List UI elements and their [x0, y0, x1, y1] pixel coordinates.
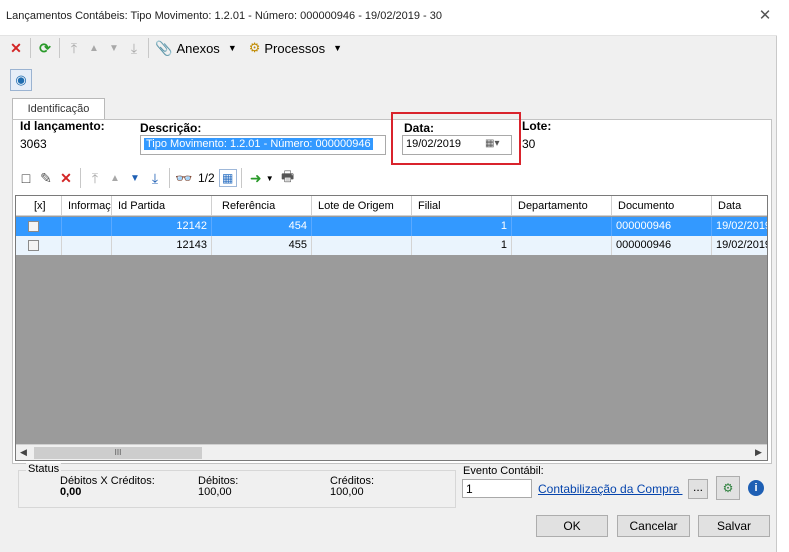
- row-checkbox[interactable]: [28, 240, 39, 251]
- new-record-icon[interactable]: □: [16, 168, 36, 188]
- evento-contabil-label: Evento Contábil:: [463, 465, 544, 477]
- background-window-edge: [778, 0, 789, 552]
- debitos-creditos-value: 0,00: [60, 486, 82, 498]
- cell-id-partida: 12142: [112, 217, 212, 236]
- debitos-value: 100,00: [198, 486, 232, 498]
- main-toolbar: ✕ ⟳ ⤒ ▲ ▼ ⤓ 📎 Anexos ▼ ⚙ Processos ▼: [6, 37, 342, 59]
- tab-identificacao[interactable]: Identificação: [12, 98, 105, 120]
- cell-lote-origem: [312, 217, 412, 236]
- cell-data: 19/02/2019: [716, 239, 768, 251]
- status-label: Status: [26, 463, 62, 475]
- print-icon[interactable]: 🖶: [278, 168, 298, 188]
- grid-first-icon[interactable]: ⤒: [85, 168, 105, 188]
- chevron-down-icon: ▼: [333, 43, 343, 53]
- next-record-icon[interactable]: ▼: [104, 38, 124, 58]
- first-record-icon[interactable]: ⤒: [64, 38, 84, 58]
- grid-header: [x] Informaç Id Partida Referência Lote …: [16, 196, 767, 216]
- dialog-window: Lançamentos Contábeis: Tipo Movimento: 1…: [0, 0, 777, 552]
- column-header[interactable]: Id Partida: [112, 196, 212, 216]
- title-bar: Lançamentos Contábeis: Tipo Movimento: 1…: [0, 0, 777, 36]
- column-header[interactable]: Documento: [612, 196, 712, 216]
- refresh-icon[interactable]: ⟳: [35, 38, 55, 58]
- horizontal-scrollbar[interactable]: ◀ III ▶: [16, 444, 767, 460]
- column-header[interactable]: Referência: [212, 196, 312, 216]
- export-icon[interactable]: ➜: [246, 168, 266, 188]
- evento-details-icon[interactable]: ⚙: [716, 476, 740, 500]
- table-row[interactable]: 12142 454 1 000000946 19/02/2019: [16, 217, 768, 236]
- lote-label: Lote:: [522, 119, 552, 133]
- cell-data: 19/02/2019: [716, 220, 768, 232]
- anexos-label: Anexos: [176, 40, 220, 56]
- evento-link[interactable]: Contabilização da Compra p/ (: [538, 482, 683, 496]
- grid-previous-icon[interactable]: ▲: [105, 168, 125, 188]
- delete-record-icon[interactable]: ✕: [56, 168, 76, 188]
- edit-record-icon[interactable]: ✎: [36, 168, 56, 188]
- row-checkbox[interactable]: [28, 221, 39, 232]
- navigate-icon[interactable]: ◉: [10, 69, 32, 91]
- ok-button[interactable]: OK: [536, 515, 608, 537]
- cell-documento: 000000946: [612, 217, 712, 236]
- cell-lote-origem: [312, 236, 412, 255]
- column-header[interactable]: Data: [712, 196, 767, 216]
- column-header[interactable]: Lote de Origem: [312, 196, 412, 216]
- last-record-icon[interactable]: ⤓: [124, 38, 144, 58]
- chevron-down-icon: ▼: [227, 43, 237, 53]
- cell-referencia: 455: [212, 236, 312, 255]
- id-lancamento-value: 3063: [20, 137, 47, 151]
- chevron-down-icon[interactable]: ▼: [266, 174, 274, 183]
- scroll-right-icon[interactable]: ▶: [755, 447, 762, 458]
- close-icon[interactable]: ✕: [755, 6, 775, 26]
- info-icon[interactable]: i: [748, 480, 764, 496]
- lote-value: 30: [522, 137, 536, 151]
- id-lancamento-label: Id lançamento:: [20, 119, 105, 133]
- cell-referencia: 454: [212, 217, 312, 236]
- creditos-value: 100,00: [330, 486, 364, 498]
- delete-icon[interactable]: ✕: [6, 38, 26, 58]
- scroll-thumb[interactable]: III: [34, 447, 202, 459]
- cell-informacao: [62, 236, 112, 255]
- column-header[interactable]: Informaç: [62, 196, 112, 216]
- data-label: Data:: [404, 121, 435, 135]
- anexos-menu[interactable]: 📎 Anexos ▼: [155, 40, 237, 57]
- table-row[interactable]: 12143 455 1 000000946 19/02/2019: [16, 236, 768, 255]
- window-title: Lançamentos Contábeis: Tipo Movimento: 1…: [6, 10, 442, 22]
- column-header[interactable]: [x]: [16, 196, 62, 216]
- binoculars-icon[interactable]: 👓: [174, 168, 194, 188]
- partidas-grid: [x] Informaç Id Partida Referência Lote …: [15, 195, 768, 461]
- column-header[interactable]: Filial: [412, 196, 512, 216]
- column-header[interactable]: Departamento: [512, 196, 612, 216]
- paperclip-icon: 📎: [155, 39, 173, 56]
- cell-informacao: [62, 217, 112, 236]
- grid-next-icon[interactable]: ▼: [125, 168, 145, 188]
- cell-documento: 000000946: [612, 236, 712, 255]
- cell-departamento: [512, 217, 612, 236]
- grid-toolbar: □ ✎ ✕ ⤒ ▲ ▼ ⤓ 👓 1/2 ▦ ➜ ▼ 🖶: [16, 168, 298, 188]
- columns-icon[interactable]: ▦: [218, 169, 237, 187]
- gears-icon: ⚙: [248, 40, 261, 55]
- grid-last-icon[interactable]: ⤓: [145, 168, 165, 188]
- processos-menu[interactable]: ⚙ Processos ▼: [249, 40, 342, 56]
- processos-label: Processos: [264, 40, 326, 56]
- cell-filial: 1: [412, 236, 512, 255]
- evento-code-field[interactable]: 1: [462, 479, 532, 498]
- scroll-left-icon[interactable]: ◀: [20, 447, 27, 458]
- descricao-field[interactable]: Tipo Movimento: 1.2.01 - Número: 0000009…: [140, 135, 386, 155]
- page-indicator: 1/2: [198, 171, 215, 185]
- cell-filial: 1: [412, 217, 512, 236]
- save-button[interactable]: Salvar: [698, 515, 770, 537]
- descricao-label: Descrição:: [140, 121, 202, 135]
- cancel-button[interactable]: Cancelar: [617, 515, 690, 537]
- calendar-icon[interactable]: ▦▾: [485, 138, 509, 152]
- evento-lookup-button[interactable]: ...: [688, 479, 708, 499]
- previous-record-icon[interactable]: ▲: [84, 38, 104, 58]
- cell-id-partida: 12143: [112, 236, 212, 255]
- cell-departamento: [512, 236, 612, 255]
